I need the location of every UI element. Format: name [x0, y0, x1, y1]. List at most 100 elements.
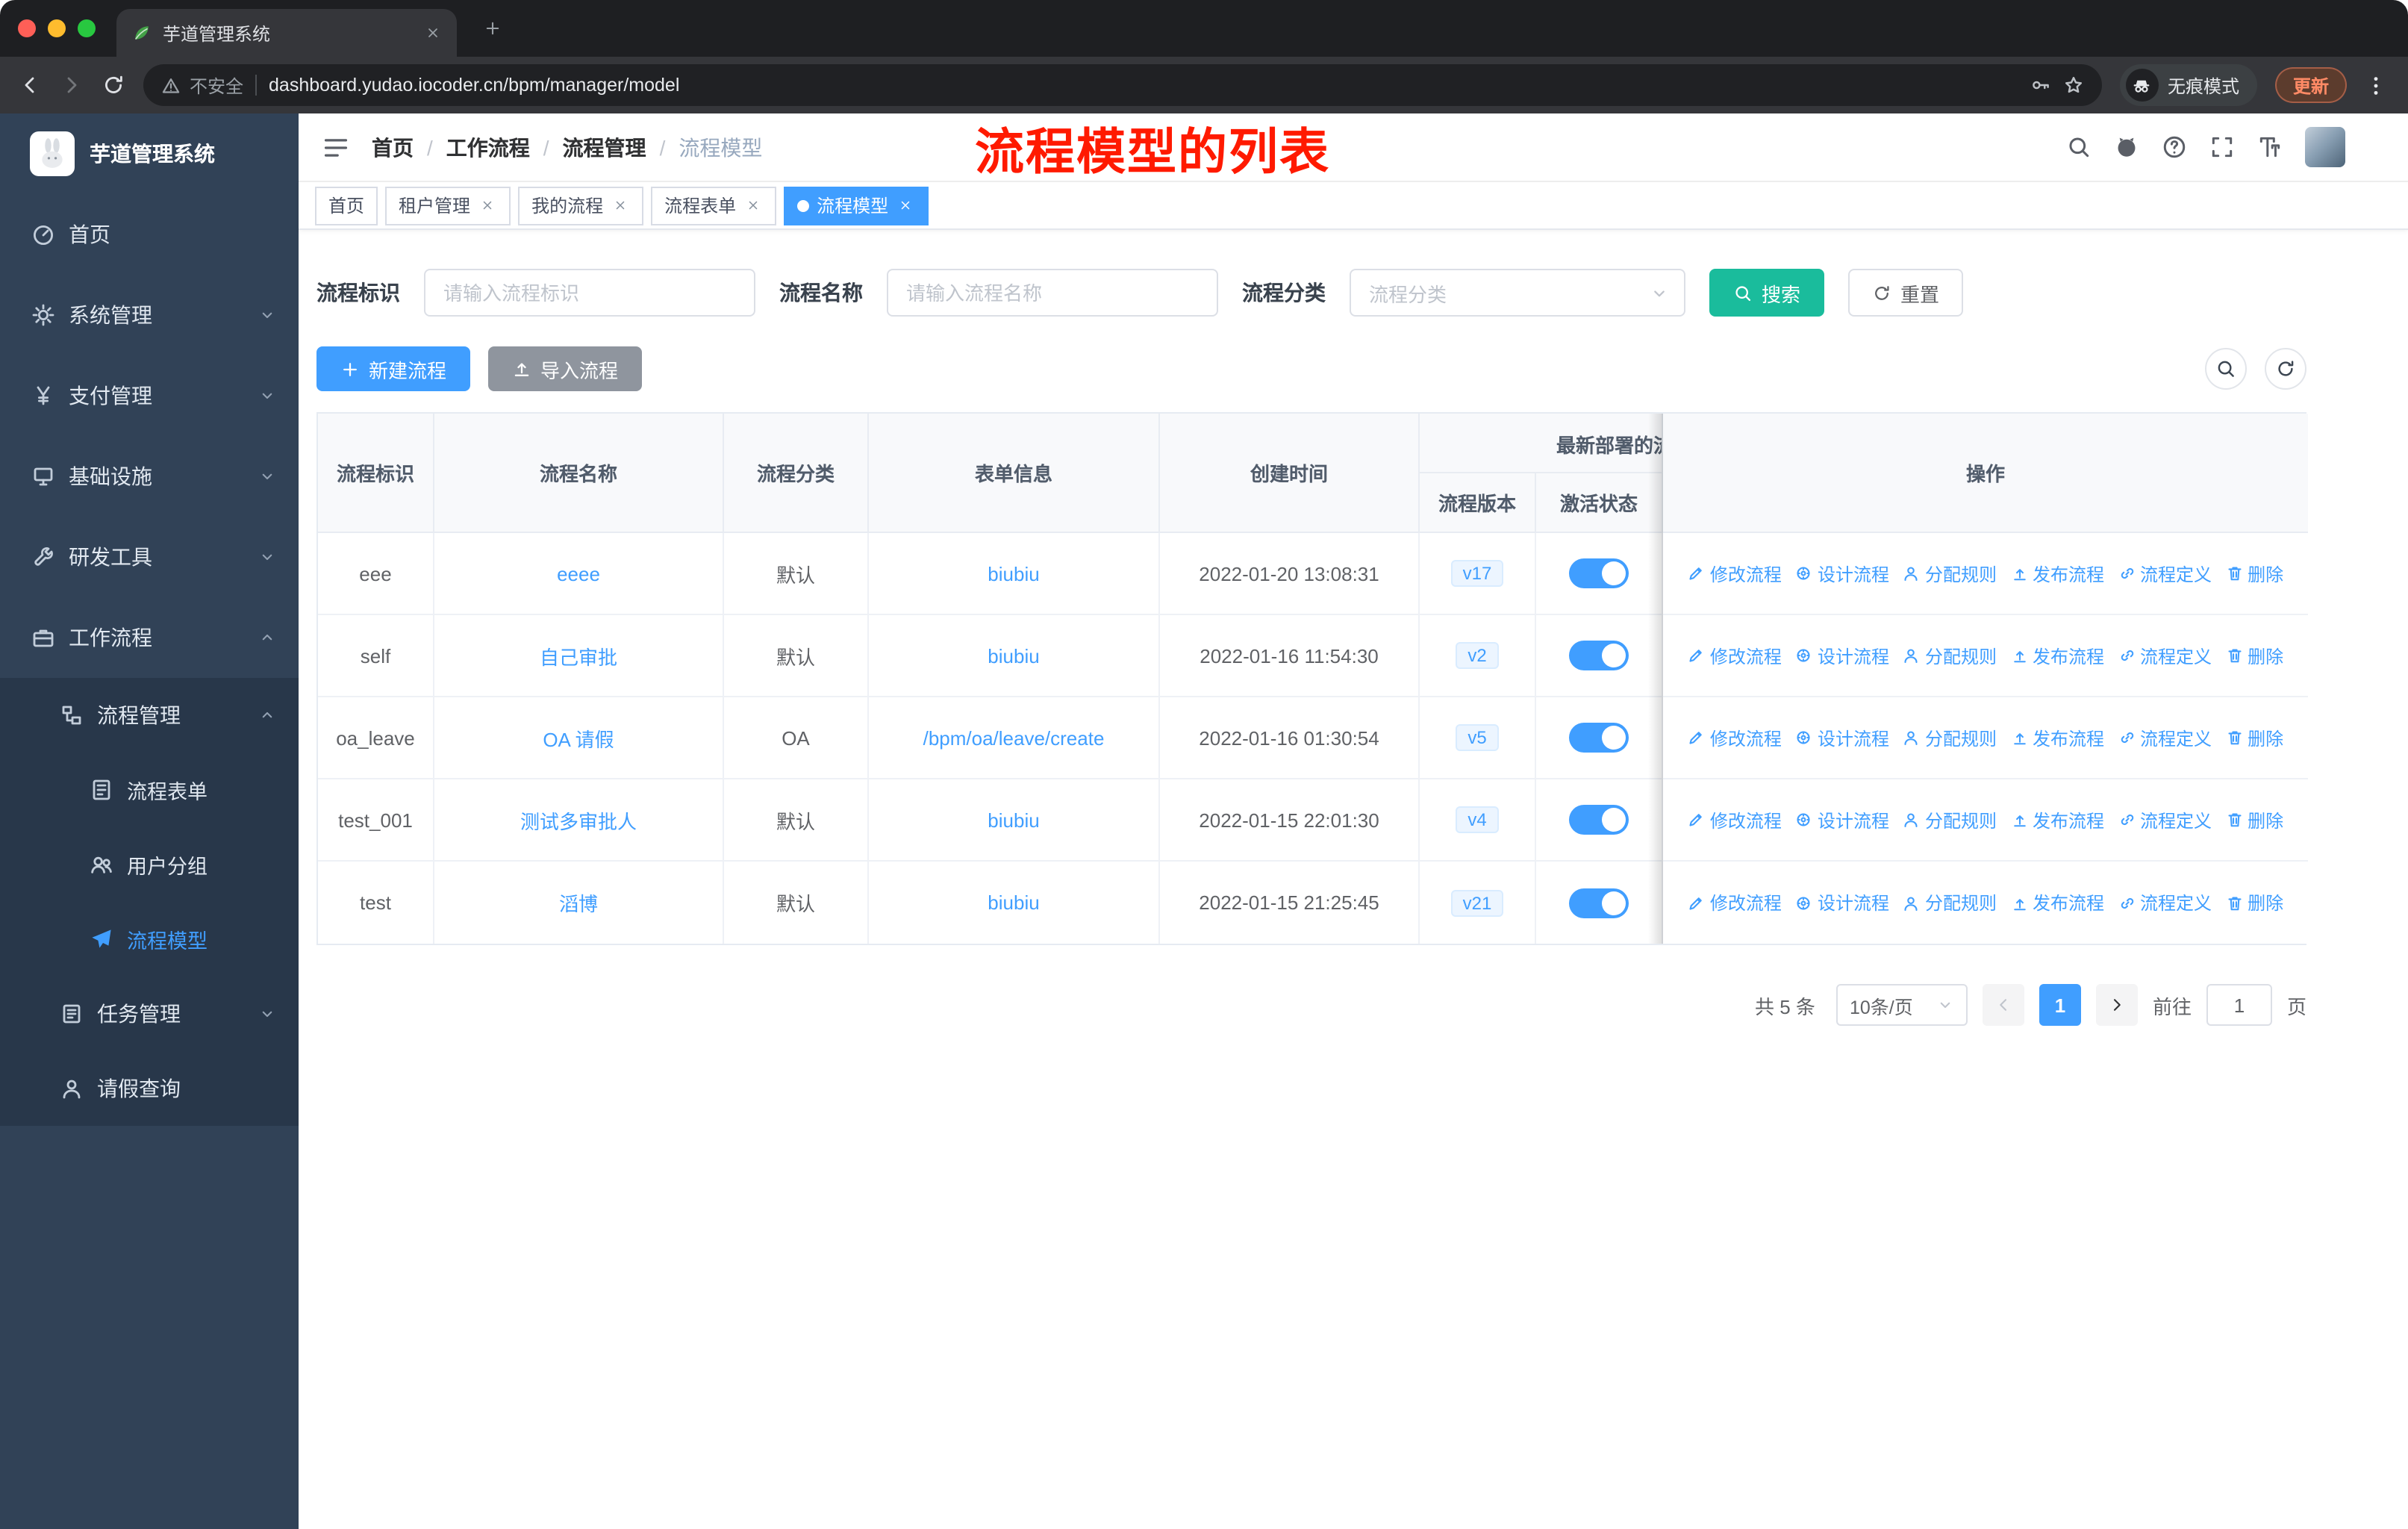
tab-tag-3[interactable]: 流程表单	[651, 186, 777, 225]
op-design-link[interactable]: 设计流程	[1795, 561, 1889, 586]
close-icon[interactable]	[743, 196, 763, 215]
sidebar-item-system[interactable]: 系统管理	[0, 275, 299, 355]
browser-menu-icon[interactable]	[2365, 74, 2387, 96]
model-name-link[interactable]: 自己审批	[540, 641, 617, 670]
form-info-link[interactable]: biubiu	[988, 809, 1039, 831]
breadcrumb-item[interactable]: 工作流程	[446, 132, 530, 162]
active-toggle[interactable]	[1569, 641, 1629, 670]
create-process-button[interactable]: 新建流程	[316, 346, 471, 391]
active-toggle[interactable]	[1569, 888, 1629, 918]
browser-update-button[interactable]: 更新	[2274, 67, 2347, 103]
fullscreen-icon[interactable]	[2209, 134, 2235, 160]
forward-icon[interactable]	[60, 73, 84, 97]
password-key-icon[interactable]	[2030, 75, 2051, 96]
op-delete-link[interactable]: 删除	[2225, 807, 2283, 832]
close-icon[interactable]	[896, 196, 915, 215]
minimize-window-button[interactable]	[48, 19, 66, 37]
sidebar-item-devtools[interactable]: 研发工具	[0, 517, 299, 597]
sidebar-item-process-model[interactable]: 流程模型	[0, 902, 299, 977]
form-info-link[interactable]: biubiu	[988, 644, 1039, 667]
op-delete-link[interactable]: 删除	[2225, 643, 2283, 668]
import-process-button[interactable]: 导入流程	[488, 346, 643, 391]
sidebar-item-workflow[interactable]: 工作流程	[0, 597, 299, 678]
github-icon[interactable]	[2114, 134, 2139, 160]
op-assign-link[interactable]: 分配规则	[1903, 807, 1997, 832]
reset-button[interactable]: 重置	[1848, 269, 1964, 317]
tab-tag-4[interactable]: 流程模型	[784, 186, 929, 225]
help-icon[interactable]	[2162, 134, 2187, 160]
op-design-link[interactable]: 设计流程	[1795, 643, 1889, 668]
op-delete-link[interactable]: 删除	[2225, 561, 2283, 586]
browser-tab[interactable]: 芋道管理系统	[116, 9, 457, 57]
op-publish-link[interactable]: 发布流程	[2010, 890, 2104, 915]
op-edit-link[interactable]: 修改流程	[1688, 561, 1782, 586]
refresh-table-button[interactable]	[2265, 348, 2306, 390]
sidebar-item-payment[interactable]: 支付管理	[0, 355, 299, 436]
op-design-link[interactable]: 设计流程	[1795, 890, 1889, 915]
form-info-link[interactable]: biubiu	[988, 891, 1039, 914]
fontsize-icon[interactable]	[2257, 134, 2283, 160]
op-assign-link[interactable]: 分配规则	[1903, 725, 1997, 750]
new-tab-button[interactable]	[478, 13, 508, 43]
op-define-link[interactable]: 流程定义	[2118, 725, 2212, 750]
op-define-link[interactable]: 流程定义	[2118, 643, 2212, 668]
process-name-input[interactable]	[887, 269, 1218, 317]
maximize-window-button[interactable]	[78, 19, 96, 37]
form-info-link[interactable]: biubiu	[988, 562, 1039, 585]
op-publish-link[interactable]: 发布流程	[2010, 643, 2104, 668]
op-define-link[interactable]: 流程定义	[2118, 890, 2212, 915]
sidebar-item-user-group[interactable]: 用户分组	[0, 827, 299, 902]
page-size-select[interactable]: 10条/页	[1835, 984, 1968, 1026]
op-publish-link[interactable]: 发布流程	[2010, 725, 2104, 750]
sidebar-item-infra[interactable]: 基础设施	[0, 436, 299, 517]
model-name-link[interactable]: eeee	[557, 562, 600, 585]
sidebar-item-task-manage[interactable]: 任务管理	[0, 977, 299, 1051]
op-publish-link[interactable]: 发布流程	[2010, 807, 2104, 832]
incognito-profile-chip[interactable]: 无痕模式	[2119, 64, 2257, 106]
sidebar-item-process-form[interactable]: 流程表单	[0, 753, 299, 827]
op-delete-link[interactable]: 删除	[2225, 890, 2283, 915]
op-define-link[interactable]: 流程定义	[2118, 807, 2212, 832]
op-publish-link[interactable]: 发布流程	[2010, 561, 2104, 586]
form-info-link[interactable]: /bpm/oa/leave/create	[923, 726, 1105, 749]
close-icon[interactable]	[611, 196, 630, 215]
user-avatar[interactable]	[2305, 127, 2345, 167]
close-window-button[interactable]	[18, 19, 36, 37]
sidebar-item-process-manage[interactable]: 流程管理	[0, 678, 299, 753]
sidebar-item-home[interactable]: 首页	[0, 194, 299, 275]
active-toggle[interactable]	[1569, 723, 1629, 753]
tab-close-icon[interactable]	[421, 21, 445, 45]
process-id-input[interactable]	[424, 269, 755, 317]
next-page-button[interactable]	[2095, 984, 2138, 1026]
close-icon[interactable]	[478, 196, 497, 215]
model-name-link[interactable]: OA 请假	[543, 723, 614, 752]
op-assign-link[interactable]: 分配规则	[1903, 561, 1997, 586]
op-edit-link[interactable]: 修改流程	[1688, 890, 1782, 915]
op-edit-link[interactable]: 修改流程	[1688, 807, 1782, 832]
active-toggle[interactable]	[1569, 558, 1629, 588]
back-icon[interactable]	[18, 73, 42, 97]
op-edit-link[interactable]: 修改流程	[1688, 725, 1782, 750]
active-toggle[interactable]	[1569, 805, 1629, 835]
op-define-link[interactable]: 流程定义	[2118, 561, 2212, 586]
tab-tag-2[interactable]: 我的流程	[518, 186, 644, 225]
breadcrumb-item[interactable]: 首页	[372, 132, 414, 162]
bookmark-star-icon[interactable]	[2063, 75, 2084, 96]
sidebar-item-leave-query[interactable]: 请假查询	[0, 1051, 299, 1126]
op-delete-link[interactable]: 删除	[2225, 725, 2283, 750]
current-page-button[interactable]: 1	[2039, 984, 2081, 1026]
hamburger-icon[interactable]	[322, 134, 349, 161]
tab-tag-0[interactable]: 首页	[315, 186, 378, 225]
op-edit-link[interactable]: 修改流程	[1688, 643, 1782, 668]
show-search-button[interactable]	[2205, 348, 2247, 390]
search-icon[interactable]	[2066, 134, 2092, 160]
prev-page-button[interactable]	[1982, 984, 2024, 1026]
model-name-link[interactable]: 测试多审批人	[520, 806, 637, 834]
tab-tag-1[interactable]: 租户管理	[385, 186, 511, 225]
breadcrumb-item[interactable]: 流程管理	[563, 132, 646, 162]
search-button[interactable]: 搜索	[1709, 269, 1825, 317]
category-select[interactable]: 流程分类	[1350, 269, 1685, 317]
security-status[interactable]: 不安全	[161, 72, 243, 98]
op-assign-link[interactable]: 分配规则	[1903, 643, 1997, 668]
op-design-link[interactable]: 设计流程	[1795, 807, 1889, 832]
